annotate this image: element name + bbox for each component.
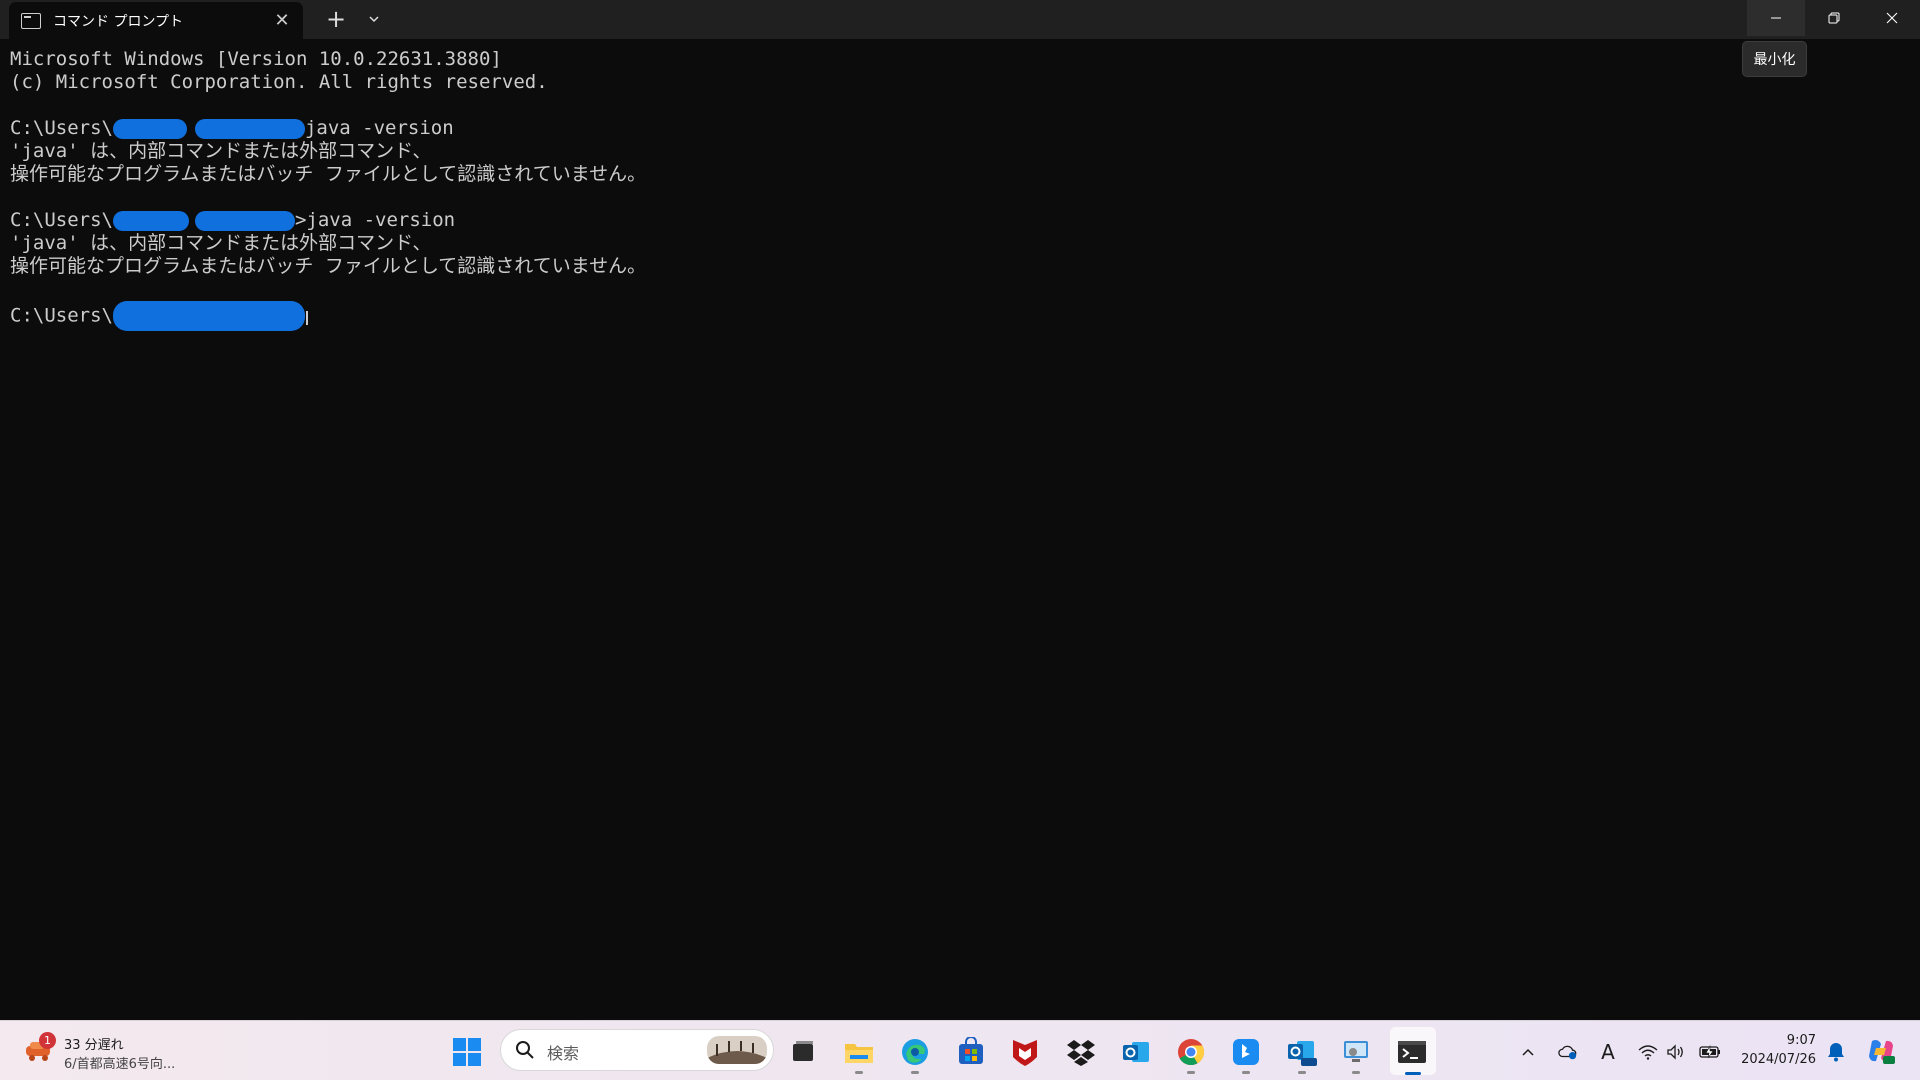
chrome-icon bbox=[1178, 1039, 1205, 1066]
weather-headline: 33 分遅れ bbox=[64, 1038, 124, 1053]
console-icon bbox=[21, 12, 41, 29]
minimize-button[interactable] bbox=[1747, 0, 1805, 36]
mcafee-button[interactable] bbox=[1006, 1033, 1044, 1071]
outlook-icon bbox=[1123, 1042, 1149, 1062]
volume-button[interactable] bbox=[1666, 1042, 1686, 1062]
notifications-button[interactable] bbox=[1826, 1042, 1846, 1062]
close-icon bbox=[1886, 12, 1898, 24]
restore-button[interactable] bbox=[1805, 0, 1863, 36]
tab-dropdown-button[interactable] bbox=[356, 4, 392, 34]
tab-title: コマンド プロンプト bbox=[53, 13, 184, 30]
onedrive-tray-button[interactable] bbox=[1558, 1042, 1578, 1062]
store-icon bbox=[959, 1037, 983, 1064]
running-indicator bbox=[855, 1071, 863, 1074]
new-tab-button[interactable]: + bbox=[318, 4, 354, 34]
bing-button[interactable] bbox=[1227, 1033, 1265, 1074]
clock[interactable]: 9:07 2024/07/26 bbox=[1730, 1031, 1816, 1069]
store-button[interactable] bbox=[952, 1033, 990, 1071]
redacted-username bbox=[112, 301, 305, 331]
minimize-icon bbox=[1771, 17, 1781, 19]
file-explorer-icon bbox=[845, 1044, 873, 1063]
task-view-icon bbox=[793, 1041, 813, 1061]
search-highlight-image bbox=[707, 1036, 767, 1064]
running-indicator bbox=[1187, 1071, 1195, 1074]
battery-button[interactable] bbox=[1698, 1042, 1722, 1062]
cloud-info-icon bbox=[1558, 1045, 1577, 1060]
copilot-icon bbox=[1869, 1040, 1895, 1064]
clock-date: 2024/07/26 bbox=[1741, 1052, 1816, 1067]
edge-button[interactable] bbox=[896, 1033, 934, 1074]
running-indicator bbox=[1298, 1071, 1306, 1074]
title-bar: コマンド プロンプト ✕ + bbox=[0, 0, 1920, 39]
tab-command-prompt[interactable]: コマンド プロンプト ✕ bbox=[9, 2, 303, 39]
remote-desktop-icon bbox=[1344, 1041, 1368, 1062]
dropbox-icon bbox=[1067, 1040, 1095, 1066]
tab-close-button[interactable]: ✕ bbox=[267, 6, 297, 36]
ime-indicator[interactable]: A bbox=[1598, 1040, 1618, 1064]
mcafee-icon bbox=[1013, 1040, 1037, 1066]
task-view-button[interactable] bbox=[784, 1033, 822, 1071]
command-text: >java -version bbox=[294, 209, 456, 231]
wifi-button[interactable] bbox=[1638, 1042, 1658, 1062]
taskbar: 1 33 分遅れ 6/首都高速6号向... 検索 A 9:07 2024/07/… bbox=[0, 1020, 1920, 1080]
search-placeholder: 検索 bbox=[547, 1044, 580, 1063]
running-indicator bbox=[911, 1071, 919, 1074]
console-command-line: C:\Users\ java -version bbox=[10, 117, 1910, 140]
new-outlook-icon bbox=[1288, 1041, 1317, 1066]
redacted-username bbox=[194, 210, 295, 231]
console-prompt-line: C:\Users\ bbox=[10, 301, 1910, 331]
battery-charging-icon bbox=[1699, 1045, 1720, 1059]
redacted-username bbox=[112, 210, 189, 231]
bell-icon bbox=[1828, 1043, 1844, 1062]
console-command-line: C:\Users\ >java -version bbox=[10, 209, 1910, 232]
windows-logo-icon bbox=[453, 1038, 481, 1066]
text-cursor bbox=[305, 310, 308, 325]
notification-badge: 1 bbox=[39, 1032, 56, 1049]
weather-widget[interactable]: 1 33 分遅れ 6/首都高速6号向... bbox=[18, 1028, 218, 1074]
start-button[interactable] bbox=[452, 1037, 482, 1067]
file-explorer-button[interactable] bbox=[840, 1033, 878, 1074]
console-error-line: 操作可能なプログラムまたはバッチ ファイルとして認識されていません。 bbox=[10, 163, 647, 185]
terminal-button[interactable] bbox=[1393, 1033, 1431, 1075]
running-indicator bbox=[1352, 1071, 1360, 1074]
active-indicator bbox=[1405, 1072, 1421, 1075]
restore-icon bbox=[1828, 12, 1840, 24]
running-indicator bbox=[1242, 1071, 1250, 1074]
bing-icon bbox=[1233, 1039, 1259, 1065]
dropbox-button[interactable] bbox=[1062, 1033, 1100, 1071]
new-outlook-button[interactable] bbox=[1283, 1033, 1321, 1074]
clock-time: 9:07 bbox=[1786, 1033, 1816, 1048]
edge-icon bbox=[902, 1039, 928, 1065]
close-button[interactable] bbox=[1863, 0, 1920, 36]
console-output[interactable]: Microsoft Windows [Version 10.0.22631.38… bbox=[10, 48, 1910, 1008]
show-hidden-icons-button[interactable] bbox=[1518, 1042, 1538, 1062]
prompt-prefix: C:\Users\ bbox=[10, 117, 113, 139]
console-error-line: 'java' は、内部コマンドまたは外部コマンド、 bbox=[10, 140, 432, 162]
command-text: java -version bbox=[304, 117, 454, 139]
chrome-button[interactable] bbox=[1172, 1033, 1210, 1074]
outlook-button[interactable] bbox=[1117, 1033, 1155, 1071]
remote-desktop-button[interactable] bbox=[1337, 1033, 1375, 1074]
prompt-prefix: C:\Users\ bbox=[10, 209, 113, 231]
console-banner-version: Microsoft Windows [Version 10.0.22631.38… bbox=[10, 48, 502, 70]
search-box[interactable]: 検索 bbox=[500, 1029, 774, 1071]
prompt-prefix: C:\Users\ bbox=[10, 304, 113, 327]
console-error-line: 操作可能なプログラムまたはバッチ ファイルとして認識されていません。 bbox=[10, 255, 647, 277]
chevron-down-icon bbox=[369, 16, 379, 23]
weather-subline: 6/首都高速6号向... bbox=[64, 1057, 176, 1072]
chevron-up-icon bbox=[1522, 1048, 1534, 1056]
redacted-username bbox=[194, 118, 305, 139]
console-error-line: 'java' は、内部コマンドまたは外部コマンド、 bbox=[10, 232, 432, 254]
speaker-icon bbox=[1667, 1044, 1683, 1060]
console-banner-copyright: (c) Microsoft Corporation. All rights re… bbox=[10, 71, 548, 93]
redacted-username bbox=[112, 118, 187, 139]
wifi-icon bbox=[1638, 1045, 1658, 1060]
search-icon bbox=[516, 1041, 534, 1059]
terminal-icon bbox=[1398, 1041, 1426, 1063]
copilot-button[interactable] bbox=[1866, 1036, 1896, 1066]
